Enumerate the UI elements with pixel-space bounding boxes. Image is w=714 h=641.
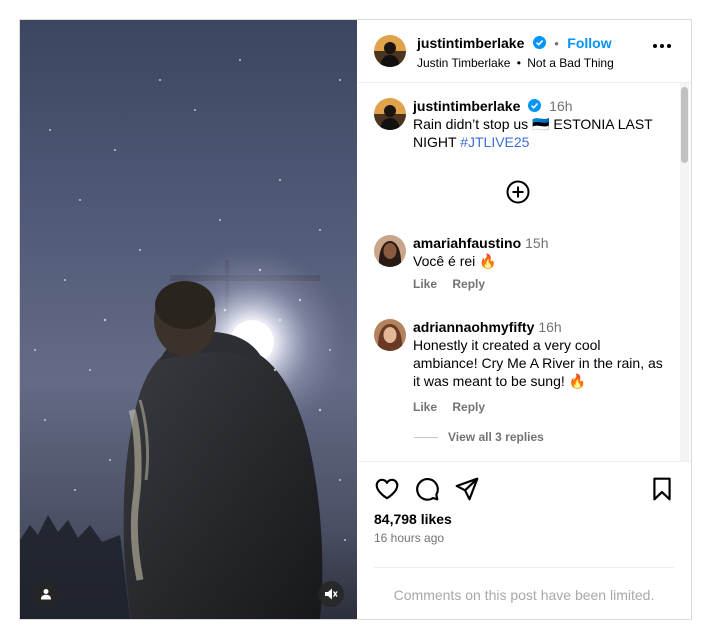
audio-line[interactable]: Justin Timberlake • Not a Bad Thing [417,56,614,70]
load-more-comments-icon [506,180,530,204]
scrollbar-thumb[interactable] [681,87,688,163]
comment-time: 15h [525,235,549,251]
comments-scrollbar[interactable] [680,83,689,461]
add-circle-icon[interactable] [506,180,530,204]
author-avatar[interactable] [374,35,406,67]
user-tag-icon [41,589,51,600]
commenter-avatar-image [374,235,406,267]
author-line: justintimberlake • Follow [417,35,612,53]
comment-text: Você é rei 🔥 [413,253,497,269]
comment-username[interactable]: amariahfaustino [413,235,521,251]
commenter-avatar[interactable] [374,235,406,267]
header-separator: • [554,36,559,51]
audio-artist: Justin Timberlake [417,56,511,70]
more-options-icon[interactable] [653,44,671,50]
bookmark-icon[interactable] [649,476,675,502]
caption-hashtag[interactable]: #JTLIVE25 [460,134,529,150]
comment-reply-button[interactable]: Reply [452,277,485,291]
likes-count[interactable]: 84,798 likes [374,511,452,527]
heart-icon[interactable] [374,476,400,502]
post-details-panel: justintimberlake • Follow Justin Timberl… [358,20,691,619]
comment-reply-button[interactable]: Reply [452,400,485,414]
view-replies-label: View all 3 replies [448,430,544,444]
comment-item: adriannaohmyfifty 16h Honestly it created… [374,319,674,429]
post-card: justintimberlake • Follow Justin Timberl… [19,19,692,620]
comments-limited-notice: Comments on this post have been limited. [374,567,674,603]
comment-text: Honestly it created a very cool ambiance… [413,337,663,389]
tagged-users-button[interactable] [33,581,59,607]
comment-actions: Like Reply [413,277,497,291]
verified-badge-icon [532,36,546,49]
comment-username[interactable]: adriannaohmyfifty [413,319,534,335]
comments-list[interactable]: justintimberlake 16h Rain didn’t stop us… [358,83,691,461]
send-icon[interactable] [454,476,480,502]
comment-like-button[interactable]: Like [413,400,437,414]
post-video[interactable] [20,20,357,619]
commenter-avatar-image [374,319,406,351]
muted-speaker-icon [325,588,338,600]
replies-divider [414,436,438,438]
post-timestamp[interactable]: 16 hours ago [374,531,444,545]
comment-icon[interactable] [414,476,440,502]
caption-avatar[interactable] [374,98,406,130]
comment-like-button[interactable]: Like [413,277,437,291]
concert-photo [20,59,347,619]
author-avatar-image [374,35,406,67]
view-replies-button[interactable]: View all 3 replies [414,430,544,444]
comment-actions: Like Reply [413,400,497,414]
comment-body: adriannaohmyfifty 16h Honestly it created… [413,318,668,390]
caption: justintimberlake 16h Rain didn’t stop us… [374,98,674,158]
comment-time: 16h [538,319,562,335]
post-header: justintimberlake • Follow Justin Timberl… [358,20,691,83]
caption-username[interactable]: justintimberlake [413,98,520,114]
verified-badge-icon [528,99,542,112]
comment-item: amariahfaustino 15h Você é rei 🔥 Like Rep… [374,235,674,305]
caption-body: justintimberlake 16h Rain didn’t stop us… [413,97,668,151]
caption-time: 16h [549,98,573,114]
author-username[interactable]: justintimberlake [417,35,524,51]
audio-separator: • [516,56,521,70]
comment-body: amariahfaustino 15h Você é rei 🔥 [413,234,668,270]
follow-button[interactable]: Follow [567,35,611,51]
post-actions: 84,798 likes 16 hours ago Comments on th… [358,461,691,620]
mute-button[interactable] [318,581,344,607]
caption-avatar-image [374,98,406,130]
commenter-avatar[interactable] [374,319,406,351]
caption-text: Rain didn’t stop us 🇪🇪 ESTONIA LAST NIGH… [413,116,653,150]
audio-song: Not a Bad Thing [527,56,614,70]
